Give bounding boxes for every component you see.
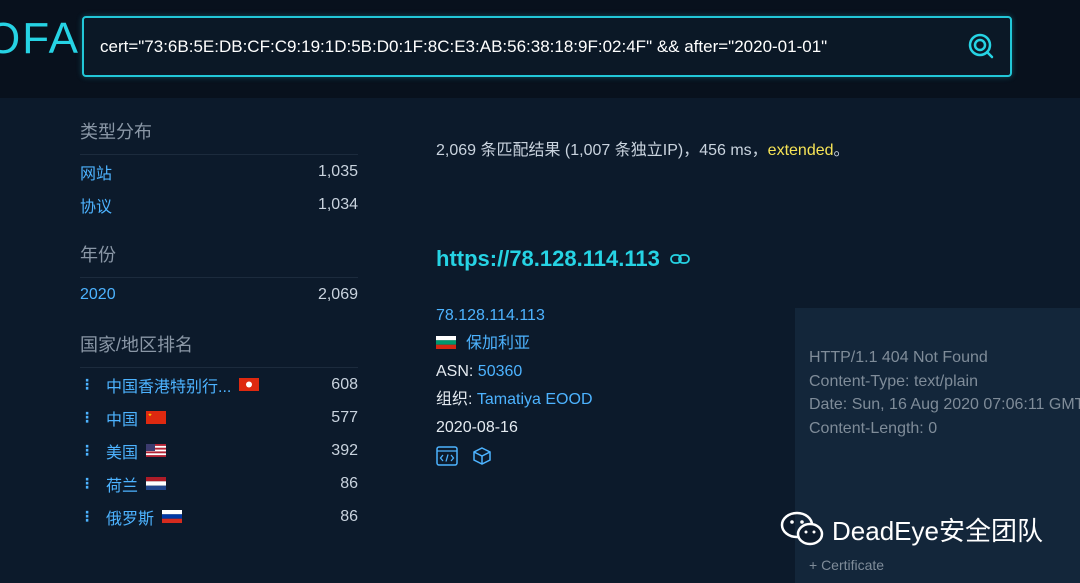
type-item-protocol[interactable]: 协议 1,034: [80, 188, 358, 221]
country-link[interactable]: 保加利亚: [466, 335, 530, 352]
netherlands-flag-icon: [146, 477, 167, 490]
bulgaria-flag-icon: [436, 336, 456, 349]
more-icon[interactable]: ⋮: [80, 376, 106, 393]
result-actions: [436, 446, 593, 466]
country-count: 86: [340, 474, 358, 492]
certificate-toggle[interactable]: + Certificate: [809, 557, 884, 573]
country-label: 美国: [106, 444, 139, 462]
org-link[interactable]: Tamatiya EOOD: [477, 391, 593, 408]
more-icon[interactable]: ⋮: [80, 442, 106, 459]
country-item-us[interactable]: ⋮ 美国 392: [80, 434, 358, 467]
year-title: 年份: [80, 241, 358, 278]
asn-link[interactable]: 50360: [478, 363, 523, 380]
country-item-ru[interactable]: ⋮ 俄罗斯 86: [80, 500, 358, 533]
sidebar: 类型分布 网站 1,035 协议 1,034 年份 2020 2,069 国家/…: [80, 118, 358, 553]
year-label: 2020: [80, 285, 116, 303]
result-date: 2020-08-16: [436, 419, 518, 436]
country-ranking: 国家/地区排名 ⋮ 中国香港特别行... 608 ⋮ 中国 577 ⋮ 美国 392 …: [80, 331, 358, 533]
more-icon[interactable]: ⋮: [80, 475, 106, 492]
country-count: 577: [331, 408, 358, 426]
extended-link[interactable]: extended: [768, 142, 834, 159]
hong-kong-flag-icon: [239, 378, 260, 391]
org-label: 组织:: [436, 391, 477, 408]
search-icon[interactable]: [966, 31, 994, 59]
wechat-icon: [780, 511, 824, 546]
org-row: 组织: Tamatiya EOOD: [436, 386, 593, 414]
more-icon[interactable]: ⋮: [80, 508, 106, 525]
country-item-nl[interactable]: ⋮ 荷兰 86: [80, 467, 358, 500]
header-line: HTTP/1.1 404 Not Found: [809, 349, 988, 366]
type-distribution-title: 类型分布: [80, 118, 358, 155]
header-line: Content-Length: 0: [809, 419, 938, 437]
result-url-text[interactable]: https://78.128.114.113: [436, 246, 660, 272]
search-input[interactable]: [100, 18, 960, 75]
type-count: 1,034: [317, 195, 358, 213]
summary-text: 2,069 条匹配结果 (1,007 条独立IP)，456 ms，: [436, 142, 768, 159]
header-line: Content-Type: text/plain: [809, 372, 978, 390]
watermark: DeadEye安全团队: [780, 510, 1043, 548]
type-label: 网站: [80, 165, 113, 183]
more-icon[interactable]: ⋮: [80, 409, 106, 426]
country-ranking-title: 国家/地区排名: [80, 331, 358, 368]
type-label: 协议: [80, 198, 113, 216]
type-item-website[interactable]: 网站 1,035: [80, 155, 358, 188]
asn-row: ASN: 50360: [436, 358, 593, 386]
country-label: 荷兰: [106, 477, 139, 495]
top-bar: OFA: [0, 0, 1080, 98]
result-summary: 2,069 条匹配结果 (1,007 条独立IP)，456 ms，extende…: [436, 136, 850, 160]
search-box[interactable]: [82, 16, 1012, 77]
country-label: 俄罗斯: [106, 510, 155, 528]
year-item-2020[interactable]: 2020 2,069: [80, 278, 358, 311]
logo: OFA: [0, 14, 81, 63]
country-label: 中国: [106, 411, 139, 429]
country-item-hk[interactable]: ⋮ 中国香港特别行... 608: [80, 368, 358, 401]
ip-link[interactable]: 78.128.114.113: [436, 302, 593, 330]
code-icon[interactable]: [436, 446, 458, 466]
country-item-cn[interactable]: ⋮ 中国 577: [80, 401, 358, 434]
result-meta: 78.128.114.113 保加利亚 ASN: 50360 组织: Tamat…: [436, 302, 593, 466]
watermark-text: DeadEye安全团队: [832, 515, 1043, 546]
result-url[interactable]: https://78.128.114.113: [436, 246, 690, 272]
country-row: 保加利亚: [436, 330, 593, 358]
header-line: Date: Sun, 16 Aug 2020 07:06:11 GMT: [809, 396, 1080, 413]
country-count: 86: [340, 507, 358, 525]
country-count: 608: [331, 375, 358, 393]
summary-suffix: 。: [833, 142, 850, 159]
year-count: 2,069: [317, 285, 358, 303]
country-count: 392: [331, 441, 358, 459]
type-count: 1,035: [317, 162, 358, 180]
response-header: HTTP/1.1 404 Not Found Content-Type: tex…: [809, 346, 1080, 440]
china-flag-icon: [146, 411, 167, 424]
cube-icon[interactable]: [472, 446, 492, 466]
asn-label: ASN:: [436, 363, 478, 380]
russia-flag-icon: [162, 510, 183, 523]
link-icon[interactable]: [669, 253, 690, 265]
year-distribution: 年份 2020 2,069: [80, 241, 358, 311]
usa-flag-icon: [146, 444, 167, 457]
type-distribution: 类型分布 网站 1,035 协议 1,034: [80, 118, 358, 221]
country-label: 中国香港特别行...: [106, 378, 232, 396]
